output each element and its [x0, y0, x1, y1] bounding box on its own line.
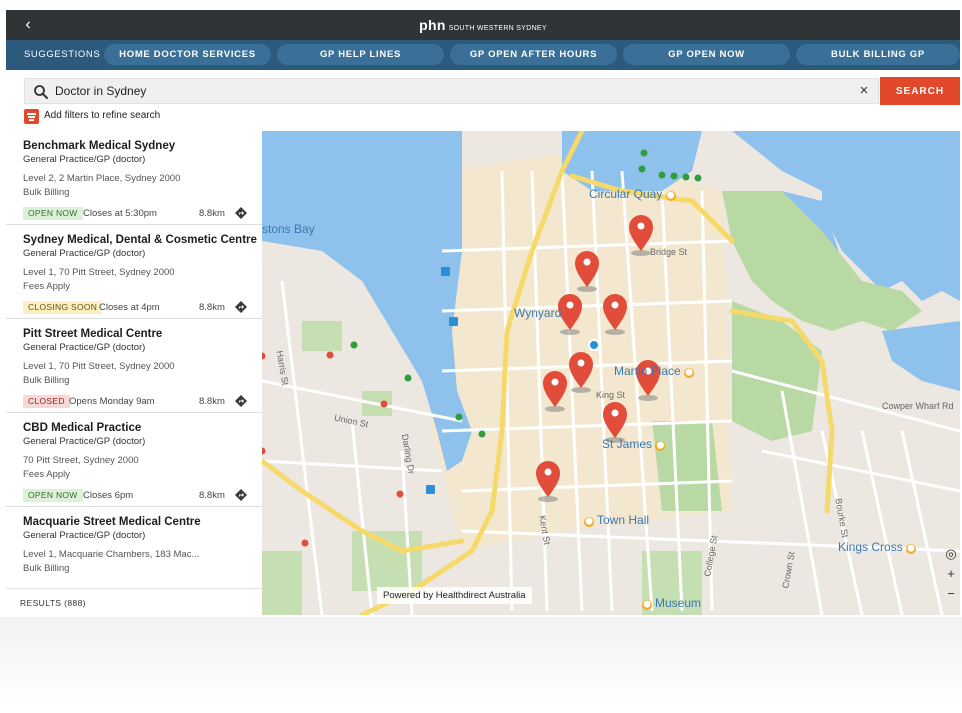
result-billing: Bulk Billing	[23, 375, 70, 386]
map-label-circular-quay: Circular Quay ⬤	[589, 187, 676, 201]
result-type: General Practice/GP (doctor)	[23, 530, 146, 541]
result-item[interactable]: Benchmark Medical Sydney General Practic…	[6, 131, 262, 225]
app-window: ‹ phn SOUTH WESTERN SYDNEY SUGGESTIONS HO…	[6, 10, 960, 615]
result-type: General Practice/GP (doctor)	[23, 342, 146, 353]
zoom-out-button[interactable]: −	[944, 587, 958, 601]
map-label-martin-place: Martin Place ⬤	[614, 364, 695, 378]
map-label-wynyard: Wynyard	[514, 306, 562, 320]
status-badge: CLOSING SOON	[23, 301, 103, 314]
close-icon: ×	[859, 82, 869, 99]
status-badge: OPEN NOW	[23, 489, 83, 502]
search-button[interactable]: SEARCH	[880, 77, 960, 105]
result-billing: Fees Apply	[23, 281, 70, 292]
transit-icon: ⬤	[665, 191, 676, 201]
chip-gp-open-now[interactable]: GP OPEN NOW	[623, 44, 790, 65]
map-label-st-james: St James ⬤	[602, 437, 666, 451]
directions-icon[interactable]	[235, 207, 247, 219]
map-label-stons-bay: stons Bay	[262, 222, 315, 236]
map[interactable]: Circular Quay ⬤ stons Bay Bridge St Wyny…	[262, 131, 960, 615]
result-distance: 8.8km	[199, 208, 225, 219]
phn-logo: phn	[419, 17, 446, 33]
transit-icon: ⬤	[642, 600, 652, 610]
result-type: General Practice/GP (doctor)	[23, 248, 146, 259]
result-address: Level 1, Macquarie Chambers, 183 Mac...	[23, 549, 200, 560]
chip-bulk-billing-gp[interactable]: BULK BILLING GP	[796, 44, 960, 65]
zoom-in-button[interactable]: +	[944, 567, 958, 581]
brand: phn SOUTH WESTERN SYDNEY	[6, 10, 960, 40]
result-name: CBD Medical Practice	[23, 422, 142, 434]
result-address: Level 1, 70 Pitt Street, Sydney 2000	[23, 267, 175, 278]
directions-icon[interactable]	[235, 489, 247, 501]
result-distance: 8.8km	[199, 302, 225, 313]
search-icon	[34, 85, 48, 99]
result-item[interactable]: CBD Medical Practice General Practice/GP…	[6, 413, 262, 507]
transit-icon: ⬤	[906, 544, 917, 554]
result-type: General Practice/GP (doctor)	[23, 154, 146, 165]
result-name: Sydney Medical, Dental & Cosmetic Centre	[23, 234, 257, 246]
result-distance: 8.8km	[199, 490, 225, 501]
result-item[interactable]: Pitt Street Medical Centre General Pract…	[6, 319, 262, 413]
chip-gp-open-after-hours[interactable]: GP OPEN AFTER HOURS	[450, 44, 617, 65]
directions-icon[interactable]	[235, 395, 247, 407]
results-count: RESULTS (888)	[20, 598, 86, 608]
filter-icon	[24, 109, 39, 124]
result-hours: Closes 6pm	[83, 490, 134, 501]
clear-search-button[interactable]: ×	[854, 81, 874, 101]
chip-gp-help-lines[interactable]: GP HELP LINES	[277, 44, 444, 65]
results-footer: RESULTS (888)	[6, 588, 262, 615]
results-list[interactable]: Benchmark Medical Sydney General Practic…	[6, 131, 262, 588]
result-hours: Closes at 5:30pm	[83, 208, 157, 219]
result-address: 70 Pitt Street, Sydney 2000	[23, 455, 139, 466]
result-address: Level 2, 2 Martin Place, Sydney 2000	[23, 173, 181, 184]
map-label-museum: ⬤ Museum	[642, 596, 702, 610]
result-distance: 8.8km	[199, 396, 225, 407]
result-hours: Closes at 4pm	[99, 302, 160, 313]
map-label-town-hall: ⬤ Town Hall	[584, 513, 650, 527]
result-billing: Bulk Billing	[23, 563, 70, 574]
search-box: ×	[24, 78, 879, 104]
top-bar: ‹ phn SOUTH WESTERN SYDNEY	[6, 10, 960, 40]
search-input[interactable]	[55, 79, 835, 103]
locate-button[interactable]: ◎	[944, 547, 958, 561]
chip-home-doctor-services[interactable]: HOME DOCTOR SERVICES	[104, 44, 271, 65]
result-address: Level 1, 70 Pitt Street, Sydney 2000	[23, 361, 175, 372]
result-name: Pitt Street Medical Centre	[23, 328, 163, 340]
map-label-bridge-st: Bridge St	[650, 247, 688, 257]
result-item[interactable]: Macquarie Street Medical Centre General …	[6, 507, 262, 588]
result-item[interactable]: Sydney Medical, Dental & Cosmetic Centre…	[6, 225, 262, 319]
suggestions-label: SUGGESTIONS	[24, 49, 101, 60]
transit-icon: ⬤	[584, 517, 594, 527]
map-label-cowper-wharf-rd: Cowper Wharf Rd	[882, 401, 954, 411]
result-hours: Opens Monday 9am	[69, 396, 155, 407]
screen-reflection	[0, 617, 962, 713]
suggestions-bar: SUGGESTIONS HOME DOCTOR SERVICES GP HELP…	[6, 40, 960, 70]
result-name: Benchmark Medical Sydney	[23, 140, 176, 152]
filter-label: Add filters to refine search	[44, 110, 161, 121]
map-label-kings-cross: Kings Cross ⬤	[838, 540, 917, 554]
result-name: Macquarie Street Medical Centre	[23, 516, 201, 528]
transit-icon: ⬤	[655, 441, 666, 451]
transit-icon: ⬤	[684, 368, 695, 378]
result-billing: Bulk Billing	[23, 187, 70, 198]
brand-subtitle: SOUTH WESTERN SYDNEY	[448, 25, 547, 32]
status-badge: OPEN NOW	[23, 207, 83, 220]
map-label-king-st: King St	[596, 390, 626, 400]
result-billing: Fees Apply	[23, 469, 70, 480]
status-badge: CLOSED	[23, 395, 70, 408]
directions-icon[interactable]	[235, 301, 247, 313]
powered-by-label: Powered by Healthdirect Australia	[377, 587, 532, 604]
result-type: General Practice/GP (doctor)	[23, 436, 146, 447]
